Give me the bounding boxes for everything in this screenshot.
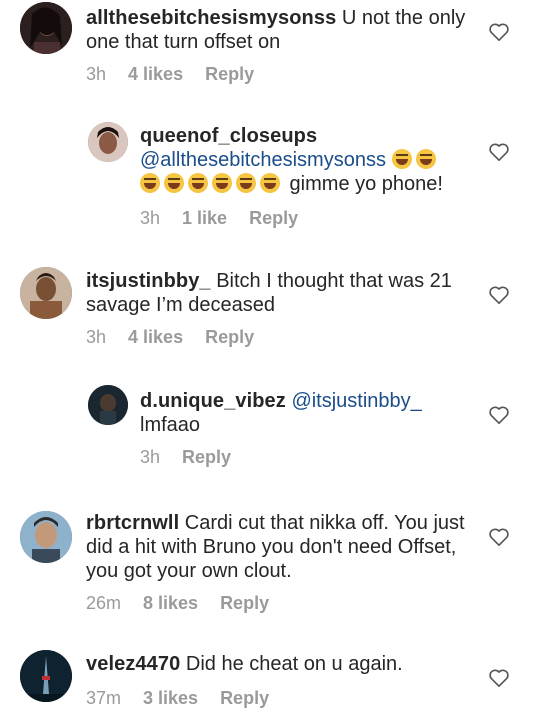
comment-item: itsjustinbby_ Bitch I thought that was 2… — [0, 255, 540, 355]
comment-meta: 3h 4 likes Reply — [86, 327, 276, 348]
comment-meta: 3h Reply — [140, 447, 253, 468]
comment-time: 3h — [86, 327, 107, 347]
heart-outline-icon[interactable] — [488, 142, 510, 162]
heart-outline-icon[interactable] — [488, 405, 510, 425]
avatar[interactable] — [20, 511, 72, 563]
avatar-image — [20, 267, 72, 319]
comment-meta: 3h 4 likes Reply — [86, 64, 276, 85]
grinning-squinting-face-emoji — [415, 149, 436, 169]
reply-body: queenof_closeups @allthesebitchesismyson… — [140, 124, 470, 196]
comment-body: allthesebitchesismysonss U not the only … — [86, 6, 486, 54]
reply-button[interactable]: Reply — [205, 64, 254, 85]
comment-meta: 3h 1 like Reply — [140, 208, 320, 229]
comment-username[interactable]: rbrtcrnwll — [86, 512, 179, 534]
comment-likes[interactable]: 4 likes — [128, 64, 183, 85]
avatar-image — [20, 2, 72, 54]
comment-username[interactable]: velez4470 — [86, 653, 180, 675]
comment-time: 3h — [140, 447, 161, 467]
grinning-squinting-face-emoji — [236, 173, 256, 193]
avatar[interactable] — [88, 122, 128, 162]
avatar-image — [88, 385, 128, 425]
comment-time: 26m — [86, 593, 122, 613]
comment-item: rbrtcrnwll Cardi cut that nikka off. You… — [0, 497, 540, 622]
avatar[interactable] — [20, 267, 72, 319]
reply-item: d.unique_vibez @itsjustinbby_ lmfaao 3h R… — [0, 375, 540, 480]
comment-body: velez4470 Did he cheat on u again. — [86, 652, 476, 676]
avatar-image — [20, 511, 72, 563]
grinning-squinting-face-emoji — [188, 173, 208, 193]
mention-link[interactable]: @itsjustinbby_ — [291, 390, 421, 412]
avatar-image — [88, 122, 128, 162]
mention-link[interactable]: @allthesebitchesismysonss — [140, 149, 386, 171]
reply-button[interactable]: Reply — [182, 447, 231, 468]
reply-item: queenof_closeups @allthesebitchesismyson… — [0, 112, 540, 237]
grinning-squinting-face-emoji — [212, 173, 232, 193]
reply-line: gimme yo phone! — [140, 172, 470, 196]
reply-button[interactable]: Reply — [220, 593, 269, 614]
comment-time: 37m — [86, 688, 122, 708]
comment-meta: 26m 8 likes Reply — [86, 593, 291, 614]
grinning-squinting-face-emoji — [140, 173, 160, 193]
heart-outline-icon[interactable] — [488, 668, 510, 688]
heart-outline-icon[interactable] — [488, 285, 510, 305]
grinning-squinting-face-emoji — [260, 173, 280, 193]
comment-username[interactable]: d.unique_vibez — [140, 390, 286, 412]
comment-username[interactable]: allthesebitchesismysonss — [86, 7, 336, 29]
comment-body: itsjustinbby_ Bitch I thought that was 2… — [86, 269, 486, 317]
heart-outline-icon[interactable] — [488, 22, 510, 42]
reply-body: d.unique_vibez @itsjustinbby_ lmfaao — [140, 389, 470, 437]
grinning-squinting-face-emoji — [164, 173, 184, 193]
comment-likes[interactable]: 1 like — [182, 208, 227, 229]
grinning-squinting-face-emoji — [391, 149, 412, 169]
comment-meta: 37m 3 likes Reply — [86, 688, 291, 709]
reply-button[interactable]: Reply — [249, 208, 298, 229]
comment-likes[interactable]: 4 likes — [128, 327, 183, 348]
reply-line: @allthesebitchesismysonss — [140, 148, 470, 172]
avatar[interactable] — [20, 2, 72, 54]
comment-time: 3h — [140, 208, 161, 228]
reply-button[interactable]: Reply — [220, 688, 269, 709]
comment-item: velez4470 Did he cheat on u again. 37m 3 … — [0, 640, 540, 720]
comment-text: lmfaao — [140, 414, 201, 436]
comment-text: gimme yo phone! — [284, 173, 443, 195]
comment-body: rbrtcrnwll Cardi cut that nikka off. You… — [86, 511, 476, 583]
avatar[interactable] — [88, 385, 128, 425]
avatar-image — [20, 650, 72, 702]
reply-button[interactable]: Reply — [205, 327, 254, 348]
comment-likes[interactable]: 8 likes — [143, 593, 198, 614]
comment-text: Did he cheat on u again. — [180, 653, 403, 675]
avatar[interactable] — [20, 650, 72, 702]
comment-time: 3h — [86, 64, 107, 84]
heart-outline-icon[interactable] — [488, 527, 510, 547]
comment-username[interactable]: itsjustinbby_ — [86, 270, 211, 292]
comment-item: allthesebitchesismysonss U not the only … — [0, 0, 540, 100]
comment-username[interactable]: queenof_closeups — [140, 124, 470, 148]
comment-likes[interactable]: 3 likes — [143, 688, 198, 709]
